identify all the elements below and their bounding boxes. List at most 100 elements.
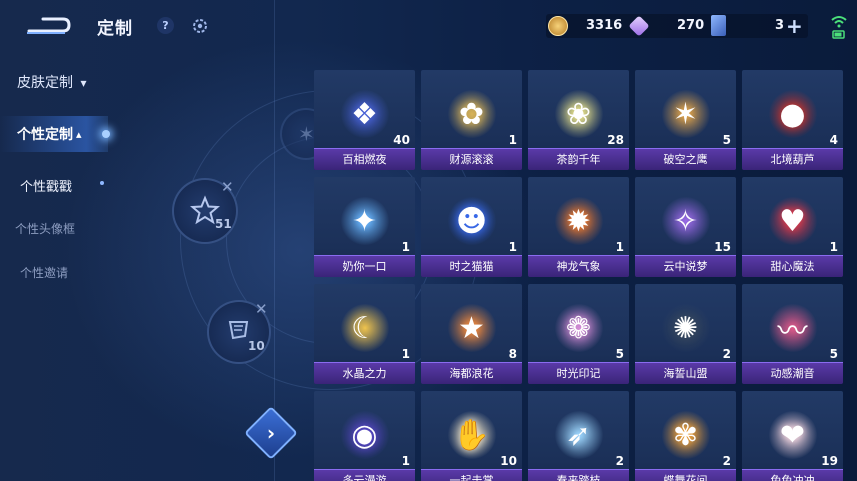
- item-art-icon: ✺: [661, 304, 710, 352]
- wifi-battery-icon: [831, 16, 847, 39]
- item-quantity: 1: [508, 240, 517, 254]
- item-quantity: 2: [722, 347, 731, 361]
- item-card[interactable]: ✦ 1 奶你一口: [314, 177, 415, 277]
- item-art-icon: ✹: [554, 197, 603, 245]
- item-glyph: ◉: [351, 417, 378, 453]
- item-card[interactable]: ✾ 2 蝶舞花间: [635, 391, 736, 481]
- item-glyph: ✹: [565, 203, 592, 239]
- item-quantity: 1: [615, 240, 624, 254]
- item-art-icon: ✦: [340, 197, 389, 245]
- item-quantity: 19: [821, 454, 838, 468]
- item-card[interactable]: 〰 5 动感潮音: [742, 284, 843, 384]
- item-glyph: ✦: [351, 203, 378, 239]
- item-name: 海誓山盟: [635, 362, 736, 384]
- gold-amount: 3316: [586, 18, 623, 33]
- item-art-icon: ✧: [661, 197, 710, 245]
- item-quantity: 10: [500, 454, 517, 468]
- item-glyph: 〰: [777, 314, 808, 349]
- item-name: 财源滚滚: [421, 148, 522, 170]
- item-name: 茶韵千年: [528, 148, 629, 170]
- item-card[interactable]: ✶ 5 破空之鹰: [635, 70, 736, 170]
- close-icon[interactable]: ✕: [221, 178, 234, 196]
- item-name: 海都浪花: [421, 362, 522, 384]
- item-quantity: 28: [607, 133, 624, 147]
- item-name: 时光印记: [528, 362, 629, 384]
- item-card[interactable]: ♥ 1 甜心魔法: [742, 177, 843, 277]
- sidebar-item-label: 个性定制: [17, 127, 73, 143]
- card-icon: [711, 15, 726, 36]
- item-card[interactable]: ❤ 19 兔兔冲冲: [742, 391, 843, 481]
- item-name: 云中说梦: [635, 255, 736, 277]
- item-name: 北境葫芦: [742, 148, 843, 170]
- item-card[interactable]: ☻ 1 时之猫猫: [421, 177, 522, 277]
- item-quantity: 2: [722, 454, 731, 468]
- item-art-icon: ❀: [554, 90, 603, 138]
- star-icon: ✶: [298, 122, 315, 146]
- item-art-icon: ✿: [447, 90, 496, 138]
- item-name: 蝶舞花间: [635, 469, 736, 481]
- gem-amount: 270: [677, 18, 705, 33]
- item-quantity: 4: [829, 133, 838, 147]
- item-quantity: 5: [829, 347, 838, 361]
- item-card[interactable]: ✧ 15 云中说梦: [635, 177, 736, 277]
- item-art-icon: 〰: [768, 304, 817, 352]
- item-card[interactable]: ☾ 1 水晶之力: [314, 284, 415, 384]
- item-name: 动感潮音: [742, 362, 843, 384]
- item-glyph: ♥: [779, 203, 806, 239]
- page-title: 定制: [97, 19, 133, 39]
- item-card[interactable]: ❖ 40 百相燃夜: [314, 70, 415, 170]
- item-card[interactable]: ✋ 10 一起击掌: [421, 391, 522, 481]
- item-name: 多云漫游: [314, 469, 415, 481]
- item-glyph: ☾: [351, 310, 378, 346]
- item-quantity: 1: [829, 240, 838, 254]
- item-art-icon: ●: [768, 90, 817, 138]
- item-card[interactable]: ● 4 北境葫芦: [742, 70, 843, 170]
- item-glyph: ❁: [565, 310, 592, 346]
- item-quantity: 1: [401, 347, 410, 361]
- item-glyph: ✺: [672, 310, 699, 346]
- item-name: 时之猫猫: [421, 255, 522, 277]
- chevron-up-icon: ▴: [76, 127, 82, 141]
- item-art-icon: ❤: [768, 411, 817, 459]
- add-currency-icon[interactable]: +: [786, 16, 803, 36]
- item-glyph: ❀: [565, 96, 592, 132]
- gear-icon[interactable]: [192, 18, 208, 34]
- slot-count: 51: [215, 217, 232, 231]
- item-glyph: ✶: [672, 96, 699, 132]
- item-quantity: 8: [508, 347, 517, 361]
- item-name: 一起击掌: [421, 469, 522, 481]
- back-button[interactable]: [24, 12, 72, 38]
- item-glyph: ❤: [779, 417, 806, 453]
- selected-dot: [100, 181, 104, 185]
- item-card[interactable]: ❀ 28 茶韵千年: [528, 70, 629, 170]
- item-name: 破空之鹰: [635, 148, 736, 170]
- item-quantity: 15: [714, 240, 731, 254]
- item-card[interactable]: ★ 8 海都浪花: [421, 284, 522, 384]
- item-quantity: 1: [401, 454, 410, 468]
- item-art-icon: ◉: [340, 411, 389, 459]
- item-card[interactable]: ✺ 2 海誓山盟: [635, 284, 736, 384]
- item-name: 甜心魔法: [742, 255, 843, 277]
- sidebar-item-avatar-frame[interactable]: 个性头像框: [15, 220, 75, 237]
- item-card[interactable]: ✹ 1 神龙气象: [528, 177, 629, 277]
- item-name: 水晶之力: [314, 362, 415, 384]
- item-quantity: 2: [615, 454, 624, 468]
- item-card[interactable]: ◉ 1 多云漫游: [314, 391, 415, 481]
- item-art-icon: ✾: [661, 411, 710, 459]
- item-card[interactable]: ✿ 1 财源滚滚: [421, 70, 522, 170]
- sidebar-item-skin-custom[interactable]: 皮肤定制 ▾: [17, 72, 86, 92]
- item-quantity: 1: [508, 133, 517, 147]
- item-quantity: 5: [722, 133, 731, 147]
- item-art-icon: ♥: [768, 197, 817, 245]
- help-icon[interactable]: ?: [157, 17, 174, 34]
- item-card[interactable]: ❁ 5 时光印记: [528, 284, 629, 384]
- sidebar-item-personal-custom[interactable]: 个性定制 ▴: [0, 116, 110, 152]
- item-quantity: 1: [401, 240, 410, 254]
- card-amount: 3: [775, 18, 785, 33]
- sidebar-item-emote[interactable]: 个性戳戳: [20, 176, 72, 195]
- sidebar-item-invite[interactable]: 个性邀请: [20, 264, 68, 281]
- item-quantity: 40: [393, 133, 410, 147]
- gold-coin-icon: [548, 16, 568, 36]
- close-icon[interactable]: ✕: [255, 300, 268, 318]
- item-card[interactable]: ➶ 2 春来踏枝: [528, 391, 629, 481]
